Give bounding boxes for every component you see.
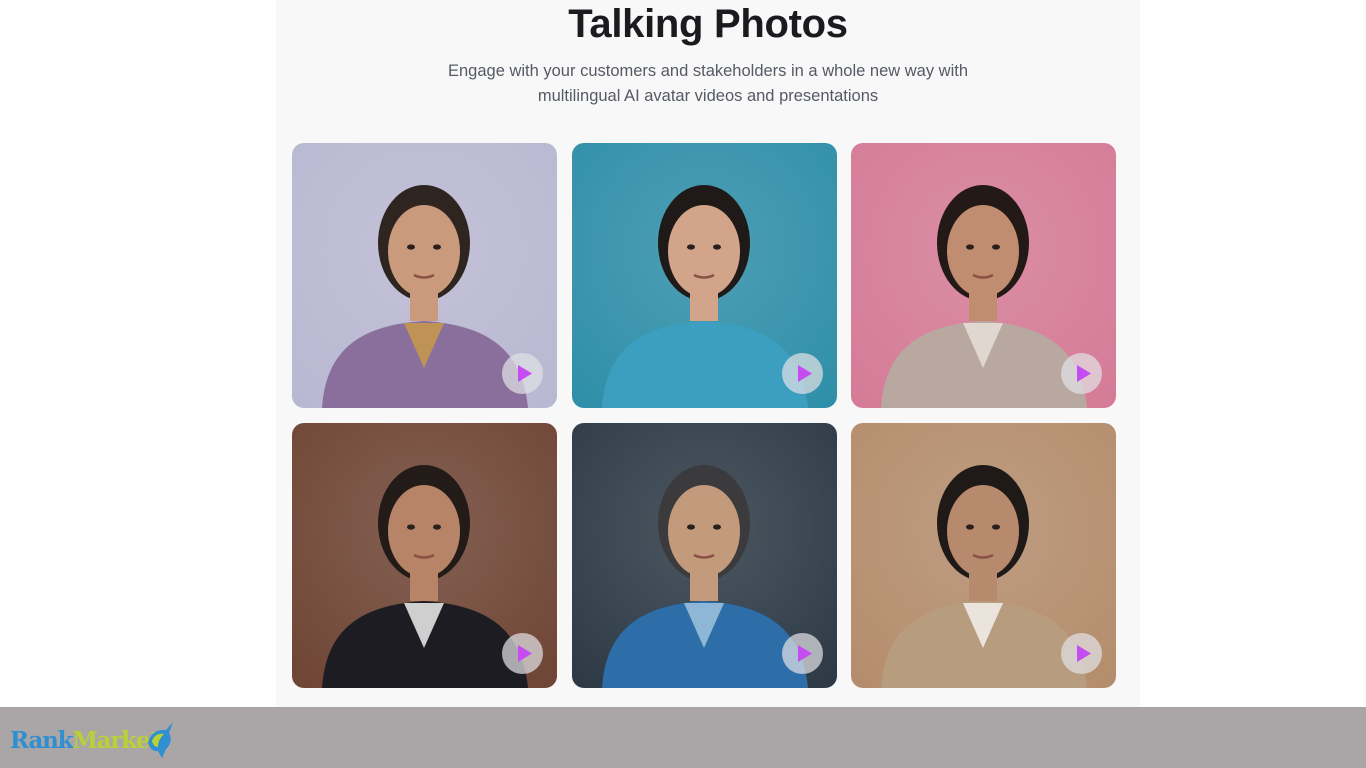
section-subtitle: Engage with your customers and stakehold…: [396, 59, 1020, 109]
subtitle-line-2: multilingual AI avatar videos and presen…: [537, 87, 879, 105]
play-button[interactable]: [502, 353, 543, 394]
footer-bar: RankMarket: [0, 707, 1366, 768]
play-button[interactable]: [1061, 633, 1102, 674]
logo-text: RankMarket: [10, 727, 160, 754]
avatar-card[interactable]: [572, 143, 837, 408]
avatar-card[interactable]: [292, 423, 557, 688]
play-button[interactable]: [782, 633, 823, 674]
unicorn-icon: [148, 722, 173, 758]
play-icon: [518, 645, 532, 662]
play-icon: [798, 645, 812, 662]
play-icon: [1077, 645, 1091, 662]
avatar-card[interactable]: [851, 423, 1116, 688]
play-icon: [798, 365, 812, 382]
avatar-card[interactable]: [292, 143, 557, 408]
play-icon: [518, 365, 532, 382]
rankmarket-logo: RankMarket: [10, 721, 180, 761]
subtitle-line-1: Engage with your customers and stakehold…: [447, 62, 969, 80]
play-button[interactable]: [782, 353, 823, 394]
section-title: Talking Photos: [568, 2, 848, 46]
avatar-card[interactable]: [851, 143, 1116, 408]
avatar-card[interactable]: [572, 423, 837, 688]
logo-text-rank: Rank: [10, 727, 74, 754]
play-button[interactable]: [1061, 353, 1102, 394]
play-button[interactable]: [502, 633, 543, 674]
play-icon: [1077, 365, 1091, 382]
